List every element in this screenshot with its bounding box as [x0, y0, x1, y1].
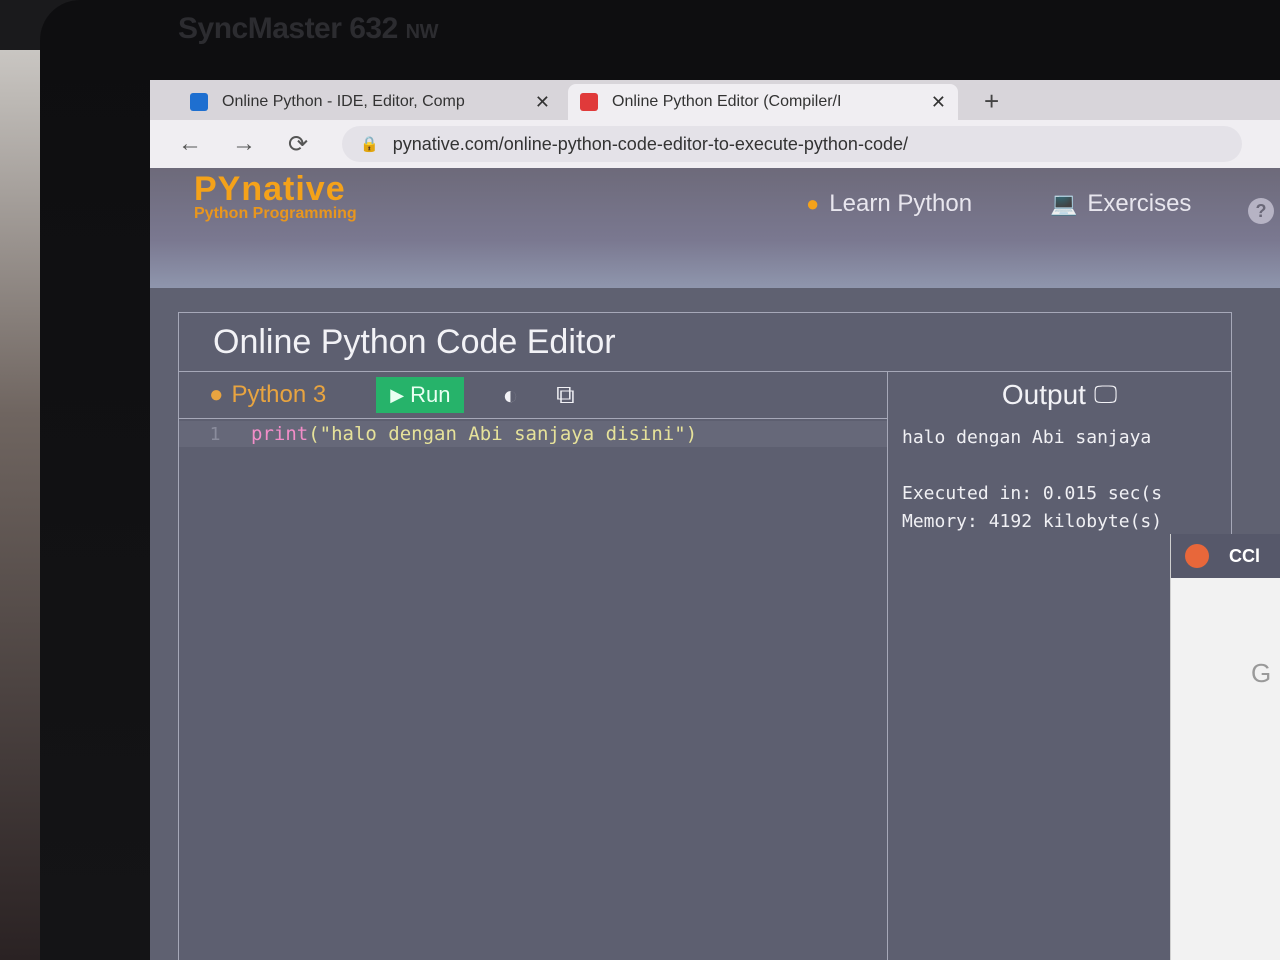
site-logo[interactable]: PYnative Python Programming — [194, 170, 357, 223]
language-selector[interactable]: ● Python 3 — [209, 381, 326, 409]
reload-button[interactable]: ⟳ — [284, 130, 312, 159]
editor-toolbar: ● Python 3 ▶ Run ◐ ⧉ — [179, 372, 887, 419]
popup-header: CCl — [1171, 534, 1280, 578]
page-title: Online Python Code Editor — [179, 313, 1231, 372]
run-label: Run — [410, 382, 451, 407]
python-logo-icon: ● — [209, 381, 224, 408]
monitor-brand-text: SyncMaster 632 — [178, 12, 398, 45]
tab-strip: Online Python - IDE, Editor, Comp ✕ Onli… — [150, 80, 1280, 120]
editor-pane: ● Python 3 ▶ Run ◐ ⧉ 1 print("halo denga… — [179, 372, 888, 960]
code-editor-card: Online Python Code Editor ● Python 3 ▶ R… — [178, 312, 1232, 960]
code-arguments: ("halo dengan Abi sanjaya disini") — [308, 423, 698, 445]
tab-title: Online Python - IDE, Editor, Comp — [222, 93, 465, 110]
play-icon: ▶ — [390, 384, 405, 405]
close-tab-icon[interactable]: ✕ — [931, 92, 946, 113]
monitor-brand: SyncMaster 632 NW — [178, 12, 438, 46]
run-button[interactable]: ▶ Run — [376, 377, 465, 413]
nav-learn-python[interactable]: ● Learn Python — [806, 190, 972, 218]
output-text: halo dengan Abi sanjaya Executed in: 0.0… — [902, 427, 1163, 532]
screen: Online Python - IDE, Editor, Comp ✕ Onli… — [150, 80, 1280, 960]
nav-label: Learn Python — [829, 190, 973, 217]
monitor-model-suffix: NW — [405, 21, 439, 43]
logo-subtitle: Python Programming — [194, 205, 357, 222]
tab-title: Online Python Editor (Compiler/I — [612, 93, 842, 110]
browser-toolbar: ← → ⟳ 🔒 pynative.com/online-python-code-… — [150, 120, 1280, 168]
lock-icon: 🔒 — [360, 136, 379, 153]
copy-icon[interactable]: ⧉ — [556, 379, 575, 411]
language-label: Python 3 — [231, 381, 327, 408]
logo-title: PYnative — [194, 170, 346, 208]
python-logo-icon: ● — [806, 191, 820, 216]
back-button[interactable]: ← — [176, 130, 204, 158]
url-text: pynative.com/online-python-code-editor-t… — [392, 133, 908, 154]
site-header: PYnative Python Programming ● Learn Pyth… — [150, 168, 1280, 288]
new-tab-button[interactable]: + — [984, 86, 999, 117]
forward-button[interactable]: → — [230, 130, 258, 158]
address-bar[interactable]: 🔒 pynative.com/online-python-code-editor… — [342, 126, 1242, 162]
help-icon[interactable]: ? — [1248, 198, 1274, 224]
tab-online-python-ide[interactable]: Online Python - IDE, Editor, Comp ✕ — [178, 84, 562, 120]
tab-online-python-editor[interactable]: Online Python Editor (Compiler/I ✕ — [568, 84, 958, 120]
ccleaner-popup[interactable]: CCl G — [1170, 534, 1280, 960]
nav-exercises[interactable]: 💻 Exercises — [1050, 190, 1191, 218]
site-favicon-icon — [580, 93, 598, 111]
code-text[interactable]: print("halo dengan Abi sanjaya disini") — [251, 423, 697, 445]
monitor-icon: 🖵 — [1093, 381, 1118, 408]
code-function: print — [251, 423, 309, 445]
shield-favicon-icon — [190, 93, 208, 111]
output-label: Output — [1001, 379, 1086, 410]
nav-label: Exercises — [1087, 190, 1192, 217]
code-line[interactable]: 1 print("halo dengan Abi sanjaya disini"… — [179, 421, 887, 447]
close-tab-icon[interactable]: ✕ — [535, 92, 550, 113]
theme-toggle-icon[interactable]: ◐ — [502, 380, 518, 411]
line-number: 1 — [209, 423, 221, 445]
popup-body-text: G — [1251, 658, 1272, 688]
output-header: Output 🖵 — [888, 372, 1231, 418]
popup-title: CCl — [1229, 545, 1260, 566]
ccleaner-logo-icon — [1185, 544, 1209, 568]
laptop-icon: 💻 — [1050, 191, 1078, 216]
